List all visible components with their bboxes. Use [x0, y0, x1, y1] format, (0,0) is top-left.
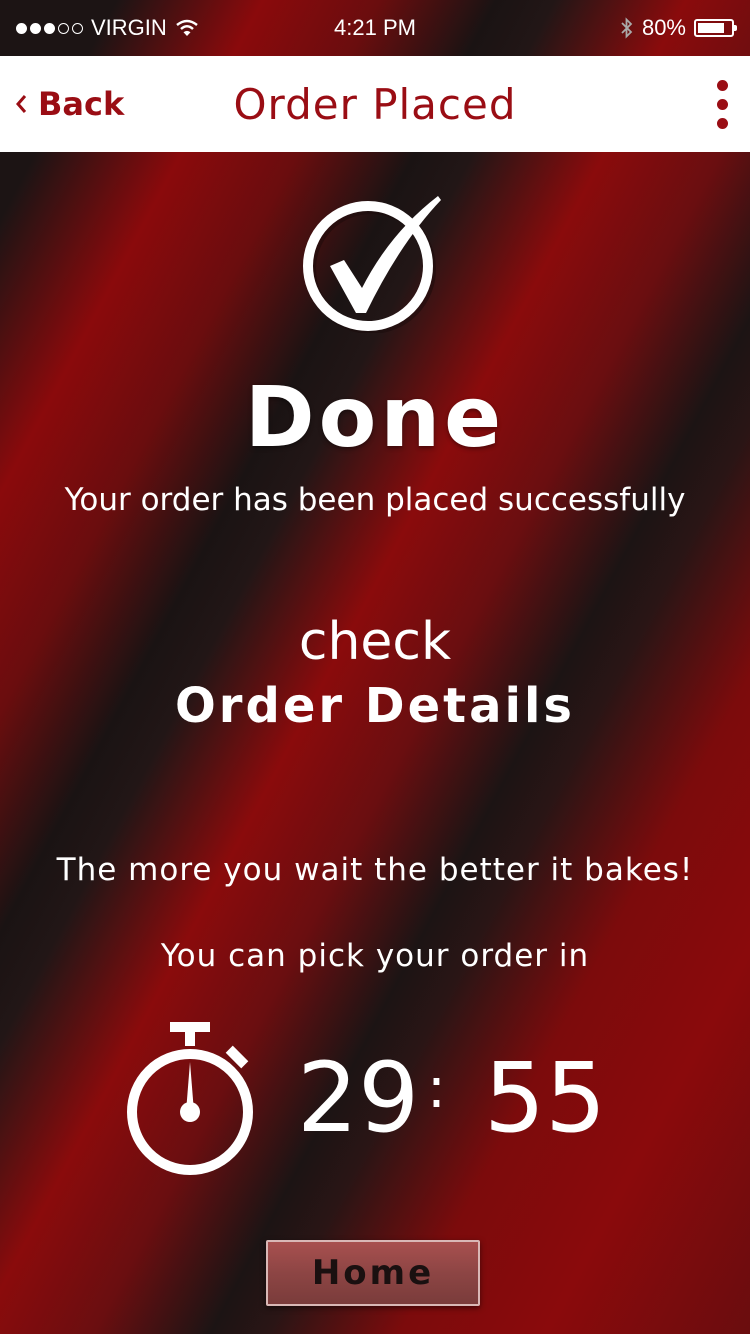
timer-minutes: 29: [297, 1042, 420, 1154]
done-heading: Done: [244, 368, 506, 466]
menu-dot: [717, 99, 728, 110]
status-left: VIRGIN: [16, 15, 199, 41]
checkmark-circle-icon: [300, 188, 445, 334]
pickup-message: You can pick your order in: [160, 938, 590, 974]
check-label: check: [298, 612, 452, 672]
status-bar: VIRGIN 4:21 PM 80%: [0, 0, 750, 56]
success-message: Your order has been placed successfully: [64, 482, 686, 518]
battery-level: [698, 23, 724, 33]
stopwatch-icon: [127, 1022, 253, 1175]
timer-seconds: 55: [484, 1042, 607, 1154]
more-options-button[interactable]: [717, 80, 728, 129]
menu-dot: [717, 80, 728, 91]
back-button[interactable]: Back: [14, 56, 124, 152]
status-right: 80%: [620, 15, 737, 41]
wifi-icon: [176, 19, 198, 36]
back-label: Back: [38, 85, 125, 123]
bluetooth-icon: [621, 17, 633, 39]
menu-dot: [717, 118, 728, 129]
signal-strength-icon: [16, 22, 83, 34]
navigation-bar: Back Order Placed: [0, 56, 750, 152]
battery-icon: [694, 19, 737, 37]
chevron-left-icon: [16, 95, 27, 113]
timer-separator: :: [427, 1056, 446, 1121]
home-button[interactable]: Home: [266, 1240, 480, 1306]
carrier-name: VIRGIN: [91, 15, 167, 40]
wait-message: The more you wait the better it bakes!: [56, 852, 694, 888]
battery-percent: 80%: [641, 15, 686, 40]
order-details-link[interactable]: Order Details: [0, 678, 750, 734]
